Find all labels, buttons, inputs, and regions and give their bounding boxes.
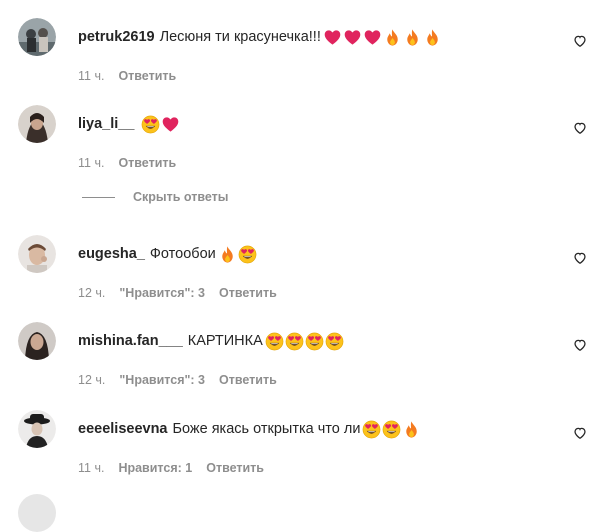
heart-eyes-icon bbox=[383, 420, 401, 438]
reply-button[interactable]: Ответить bbox=[219, 372, 277, 388]
red-heart-icon bbox=[344, 29, 361, 45]
fire-icon bbox=[222, 245, 233, 263]
comment-item: eugesha_ Фотообои 12 ч. "Нравится": 3 От… bbox=[0, 235, 600, 305]
heart-eyes-icon bbox=[305, 332, 324, 350]
comment-username[interactable]: eugesha_ bbox=[78, 244, 145, 264]
heart-outline-icon bbox=[574, 35, 586, 48]
reply-button[interactable]: Ответить bbox=[118, 155, 176, 171]
comment-time[interactable]: 12 ч. bbox=[78, 285, 105, 301]
heart-outline-icon bbox=[574, 122, 586, 135]
fire-icon bbox=[406, 420, 418, 438]
comment-emojis bbox=[323, 28, 443, 47]
comment-username[interactable]: petruk2619 bbox=[78, 27, 155, 47]
comment-time[interactable]: 11 ч. bbox=[78, 155, 104, 171]
comment-meta: 12 ч. "Нравится": 3 Ответить bbox=[78, 372, 291, 388]
divider bbox=[82, 196, 115, 198]
red-heart-icon bbox=[364, 29, 381, 45]
comment-line: mishina.fan___ КАРТИНКА bbox=[78, 331, 345, 351]
comment-text: Лесюня ти красунечка!!! bbox=[159, 29, 321, 45]
heart-eyes-icon bbox=[142, 115, 160, 133]
fire-icon bbox=[427, 28, 438, 46]
avatar[interactable] bbox=[18, 322, 56, 360]
comment-line: eugesha_ Фотообои bbox=[78, 244, 258, 264]
comment-emojis bbox=[141, 115, 181, 134]
comment-text: Боже якась открытка что ли bbox=[172, 421, 361, 437]
likes-count[interactable]: "Нравится": 3 bbox=[119, 285, 205, 301]
comment-item: eeeeliseevna Боже якась открытка что ли … bbox=[0, 410, 600, 480]
like-button[interactable] bbox=[573, 121, 589, 137]
comment-time[interactable]: 11 ч. bbox=[78, 460, 104, 476]
heart-eyes-icon bbox=[363, 420, 381, 438]
comment-line: liya_li__ bbox=[78, 114, 181, 134]
comment-username[interactable]: eeeeliseevna bbox=[78, 419, 168, 439]
comment-time[interactable]: 12 ч. bbox=[78, 372, 105, 388]
avatar[interactable] bbox=[18, 235, 56, 273]
like-button[interactable] bbox=[573, 426, 589, 442]
red-heart-icon bbox=[163, 116, 179, 132]
reply-button[interactable]: Ответить bbox=[118, 68, 176, 84]
comment-meta: 12 ч. "Нравится": 3 Ответить bbox=[78, 285, 291, 301]
comment-meta: 11 ч. Ответить bbox=[78, 155, 190, 171]
heart-outline-icon bbox=[574, 427, 586, 440]
hide-replies-label: Скрыть ответы bbox=[133, 190, 229, 204]
reply-button[interactable]: Ответить bbox=[206, 460, 264, 476]
heart-eyes-icon bbox=[285, 332, 304, 350]
heart-eyes-icon bbox=[325, 332, 344, 350]
comment-emojis bbox=[218, 245, 258, 264]
avatar[interactable] bbox=[18, 494, 56, 532]
comment-username[interactable]: mishina.fan___ bbox=[78, 331, 183, 351]
comment-text: Фотообои bbox=[149, 246, 216, 262]
heart-outline-icon bbox=[574, 252, 586, 265]
likes-count[interactable]: "Нравится": 3 bbox=[119, 372, 205, 388]
comment-emojis bbox=[362, 420, 422, 439]
comment-item: petruk2619 Лесюня ти красунечка!!! 11 ч.… bbox=[0, 18, 600, 88]
hide-replies-button[interactable]: Скрыть ответы bbox=[82, 188, 228, 206]
fire-icon bbox=[407, 28, 418, 46]
likes-count[interactable]: Нравится: 1 bbox=[118, 460, 192, 476]
comment-text: КАРТИНКА bbox=[187, 333, 263, 349]
avatar[interactable] bbox=[18, 410, 56, 448]
comment-username[interactable]: liya_li__ bbox=[78, 114, 134, 134]
comment-meta: 11 ч. Ответить bbox=[78, 68, 190, 84]
like-button[interactable] bbox=[573, 338, 589, 354]
red-heart-icon bbox=[324, 29, 341, 45]
heart-eyes-icon bbox=[265, 332, 284, 350]
comment-line: petruk2619 Лесюня ти красунечка!!! bbox=[78, 27, 443, 47]
reply-button[interactable]: Ответить bbox=[219, 285, 277, 301]
heart-eyes-icon bbox=[238, 245, 257, 263]
comment-time[interactable]: 11 ч. bbox=[78, 68, 104, 84]
comment-item: mishina.fan___ КАРТИНКА 12 ч. "Нравится"… bbox=[0, 322, 600, 392]
comment-meta: 11 ч. Нравится: 1 Ответить bbox=[78, 460, 278, 476]
avatar[interactable] bbox=[18, 105, 56, 143]
fire-icon bbox=[387, 28, 398, 46]
avatar[interactable] bbox=[18, 18, 56, 56]
heart-outline-icon bbox=[574, 339, 586, 352]
comment-item: liya_li__ 11 ч. Ответить bbox=[0, 105, 600, 175]
like-button[interactable] bbox=[573, 34, 589, 50]
like-button[interactable] bbox=[573, 251, 589, 267]
comment-emojis bbox=[265, 332, 345, 351]
comment-line: eeeeliseevna Боже якась открытка что ли bbox=[78, 419, 422, 439]
